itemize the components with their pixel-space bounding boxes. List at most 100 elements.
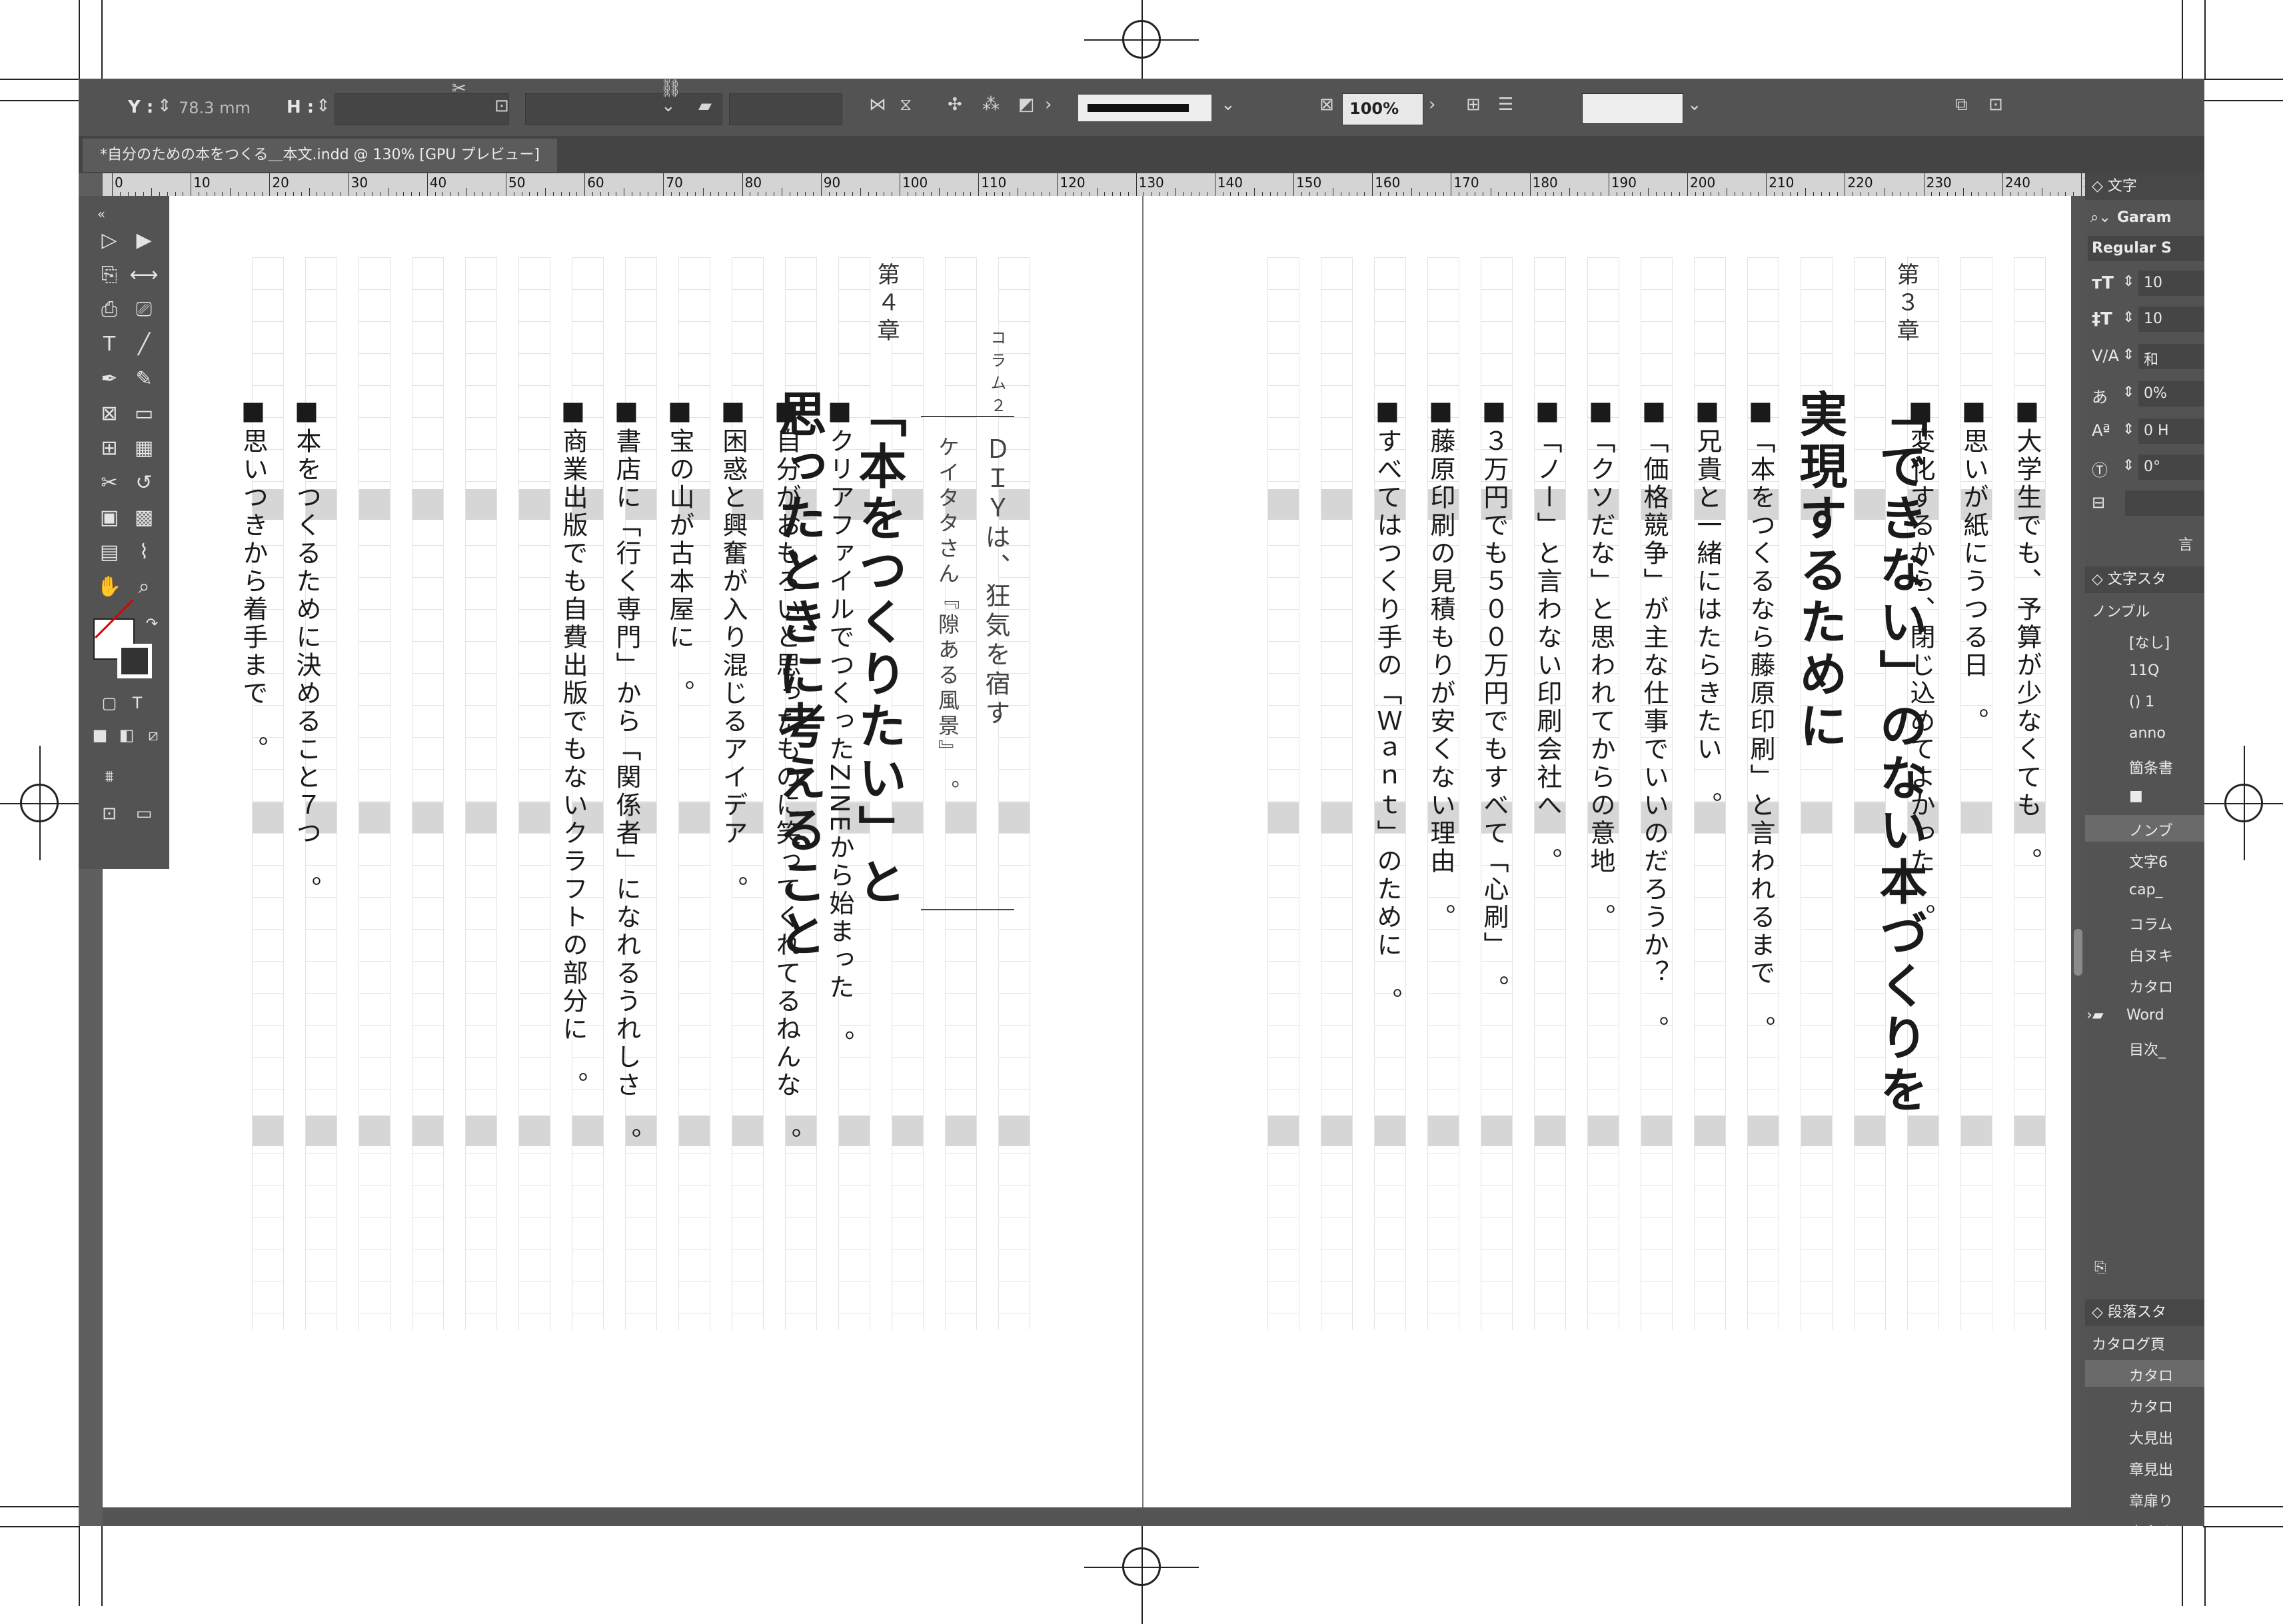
character-style-item[interactable]: カタロ	[2129, 976, 2173, 997]
vertical-scroll-thumb[interactable]	[2074, 929, 2082, 976]
kerning-field[interactable]: 和	[2138, 344, 2204, 369]
chevron-down-icon[interactable]: ⌄	[1221, 95, 1235, 115]
eyedropper-tool-icon[interactable]: ⌇	[127, 537, 161, 568]
chevron-right-icon[interactable]: ›	[1045, 95, 1052, 115]
tsume-field[interactable]: 0%	[2138, 381, 2204, 406]
character-style-item[interactable]: 箇条書	[2129, 756, 2173, 778]
content-placer-icon[interactable]: ⎚	[127, 295, 161, 325]
frame-swatch[interactable]	[1582, 93, 1683, 124]
paragraph-style-item[interactable]: 本文オ	[2129, 1521, 2173, 1526]
character-rotate-field[interactable]	[2125, 490, 2204, 516]
wrap-icon[interactable]: ⧉	[1955, 95, 1968, 115]
search-icon[interactable]: ⌕⌄	[2090, 209, 2111, 226]
stepper-icon[interactable]: ⇕	[316, 96, 331, 116]
type-tool-icon[interactable]: T	[92, 329, 127, 360]
shear-field[interactable]	[729, 93, 842, 125]
chevron-down-icon[interactable]: ⌄	[661, 96, 676, 116]
panel-menu-icon[interactable]: ⊡	[1988, 95, 2003, 115]
rotate-tool-icon[interactable]: ↺	[127, 468, 161, 498]
opacity-icon[interactable]: ⊠	[1319, 95, 1334, 115]
paragraph-style-item[interactable]: カタロ	[2129, 1364, 2173, 1385]
character-style-item[interactable]: [なし]	[2129, 631, 2170, 652]
apply-none-icon[interactable]: ⧄	[136, 720, 171, 750]
paragraph-style-item[interactable]: カタログ頁	[2092, 1333, 2165, 1354]
link-icon[interactable]: ⛓	[660, 79, 682, 99]
rotate-icon[interactable]: ⊡	[494, 96, 509, 116]
opacity-field[interactable]: 100%	[1342, 93, 1423, 125]
grid-tool-icon[interactable]: ▦	[127, 433, 161, 464]
shear-icon[interactable]: ▰	[698, 96, 712, 116]
gradient-tool-icon[interactable]: ▣	[92, 502, 127, 533]
flip-horizontal-icon[interactable]: ⋈	[869, 95, 886, 115]
fill-icon[interactable]: ◩	[1018, 95, 1035, 115]
vertical-scrollbar[interactable]	[2071, 196, 2085, 1526]
page-tool-icon[interactable]: ⎘	[92, 260, 127, 291]
character-style-item[interactable]: 目次_	[2129, 1038, 2166, 1060]
skew-field[interactable]: 0°	[2138, 454, 2204, 480]
hand-tool-icon[interactable]: ✋	[92, 572, 127, 602]
stroke-swatch-icon[interactable]	[117, 644, 152, 678]
scissors-tool-icon[interactable]: ✂	[92, 468, 127, 498]
language-field[interactable]: 言	[2178, 533, 2193, 554]
pencil-tool-icon[interactable]: ✎	[127, 364, 161, 395]
character-styles-header[interactable]: ◇ 文字スタ	[2085, 566, 2204, 593]
gradient-feather-tool-icon[interactable]: ▩	[127, 502, 161, 533]
character-style-item[interactable]: anno	[2129, 725, 2166, 742]
direct-selection-tool-icon[interactable]: ▶	[127, 225, 161, 256]
font-style-field[interactable]: Regular S	[2088, 236, 2204, 261]
character-style-item[interactable]: Word	[2126, 1007, 2164, 1024]
character-style-item[interactable]: 白ヌキ	[2129, 944, 2173, 966]
rectangle-frame-tool-icon[interactable]: ⊠	[92, 399, 127, 429]
stepper-icon[interactable]: ⇕	[157, 96, 172, 116]
rectangle-tool-icon[interactable]: ▭	[127, 399, 161, 429]
reference-point-icon[interactable]: ✣	[948, 95, 962, 115]
character-style-item[interactable]: 11Q	[2129, 662, 2159, 679]
character-style-item[interactable]: コラム	[2129, 913, 2172, 934]
character-panel-header[interactable]: ◇ 文字	[2085, 173, 2204, 200]
character-style-item[interactable]: () 1	[2129, 694, 2154, 710]
flip-vertical-icon[interactable]: ⧖	[900, 95, 912, 115]
paragraph-style-item[interactable]: 章扉り	[2129, 1489, 2173, 1511]
character-style-item[interactable]: ノンブル	[2092, 600, 2150, 621]
stepper-icon[interactable]: ⇕	[2122, 309, 2134, 326]
note-tool-icon[interactable]: ▤	[92, 537, 127, 568]
character-style-item[interactable]: 文字6	[2129, 850, 2168, 872]
chevron-down-icon[interactable]: ⌄	[1687, 95, 1702, 115]
paragraph-style-item[interactable]: 章見出	[2129, 1458, 2173, 1479]
stroke-swatch[interactable]	[1078, 95, 1211, 121]
line-tool-icon[interactable]: ╱	[127, 329, 161, 360]
flip-icon[interactable]: ✂	[452, 79, 466, 99]
gap-tool-icon[interactable]: ⟷	[127, 260, 161, 291]
align-icon[interactable]: ☰	[1498, 95, 1513, 115]
baseline-shift-field[interactable]: 0 H	[2138, 418, 2204, 444]
stepper-icon[interactable]: ⇕	[2122, 421, 2134, 438]
zoom-tool-icon[interactable]: ⌕	[127, 572, 161, 602]
stepper-icon[interactable]: ⇕	[2122, 384, 2134, 401]
document-tab[interactable]: *自分のための本をつくる＿本文.indd @ 130% [GPU プレビュー]	[83, 139, 557, 172]
normal-view-icon[interactable]: ⊡	[92, 798, 127, 829]
character-style-item[interactable]: ■	[2129, 788, 2143, 804]
font-family-field[interactable]: Garam	[2117, 209, 2172, 226]
preview-view-icon[interactable]: ▭	[127, 798, 161, 829]
character-style-item[interactable]: ノンブ	[2129, 819, 2172, 840]
folder-icon[interactable]: ›▰	[2086, 1007, 2104, 1024]
character-style-item[interactable]: cap_	[2129, 882, 2163, 898]
new-style-group-icon[interactable]: ⎘	[2094, 1259, 2106, 1276]
table-tool-icon[interactable]: ⊞	[92, 433, 127, 464]
paragraph-style-item[interactable]: カタロ	[2129, 1395, 2173, 1417]
screen-mode-icon[interactable]: ⩩	[92, 761, 127, 792]
distribute-icon[interactable]: ⁂	[982, 95, 1000, 115]
effects-icon[interactable]: ⊞	[1466, 95, 1481, 115]
stepper-icon[interactable]: ⇕	[2122, 457, 2134, 474]
leading-field[interactable]: 10	[2138, 307, 2204, 332]
stepper-icon[interactable]: ⇕	[2122, 273, 2134, 290]
horizontal-scrollbar[interactable]	[103, 1507, 2071, 1526]
rotate-field[interactable]	[525, 93, 722, 125]
chevron-right-icon[interactable]: ›	[1429, 95, 1435, 115]
paragraph-style-item[interactable]: 大見出	[2129, 1427, 2173, 1448]
content-collector-icon[interactable]: ⎙	[92, 295, 127, 325]
pen-tool-icon[interactable]: ✒	[92, 364, 127, 395]
h-field[interactable]	[335, 93, 509, 125]
stepper-icon[interactable]: ⇕	[2122, 347, 2134, 363]
horizontal-ruler[interactable]: 0 10 20 30 40 50 60 70 80 90 100 110 120 130 140 150 160…	[103, 173, 2085, 196]
